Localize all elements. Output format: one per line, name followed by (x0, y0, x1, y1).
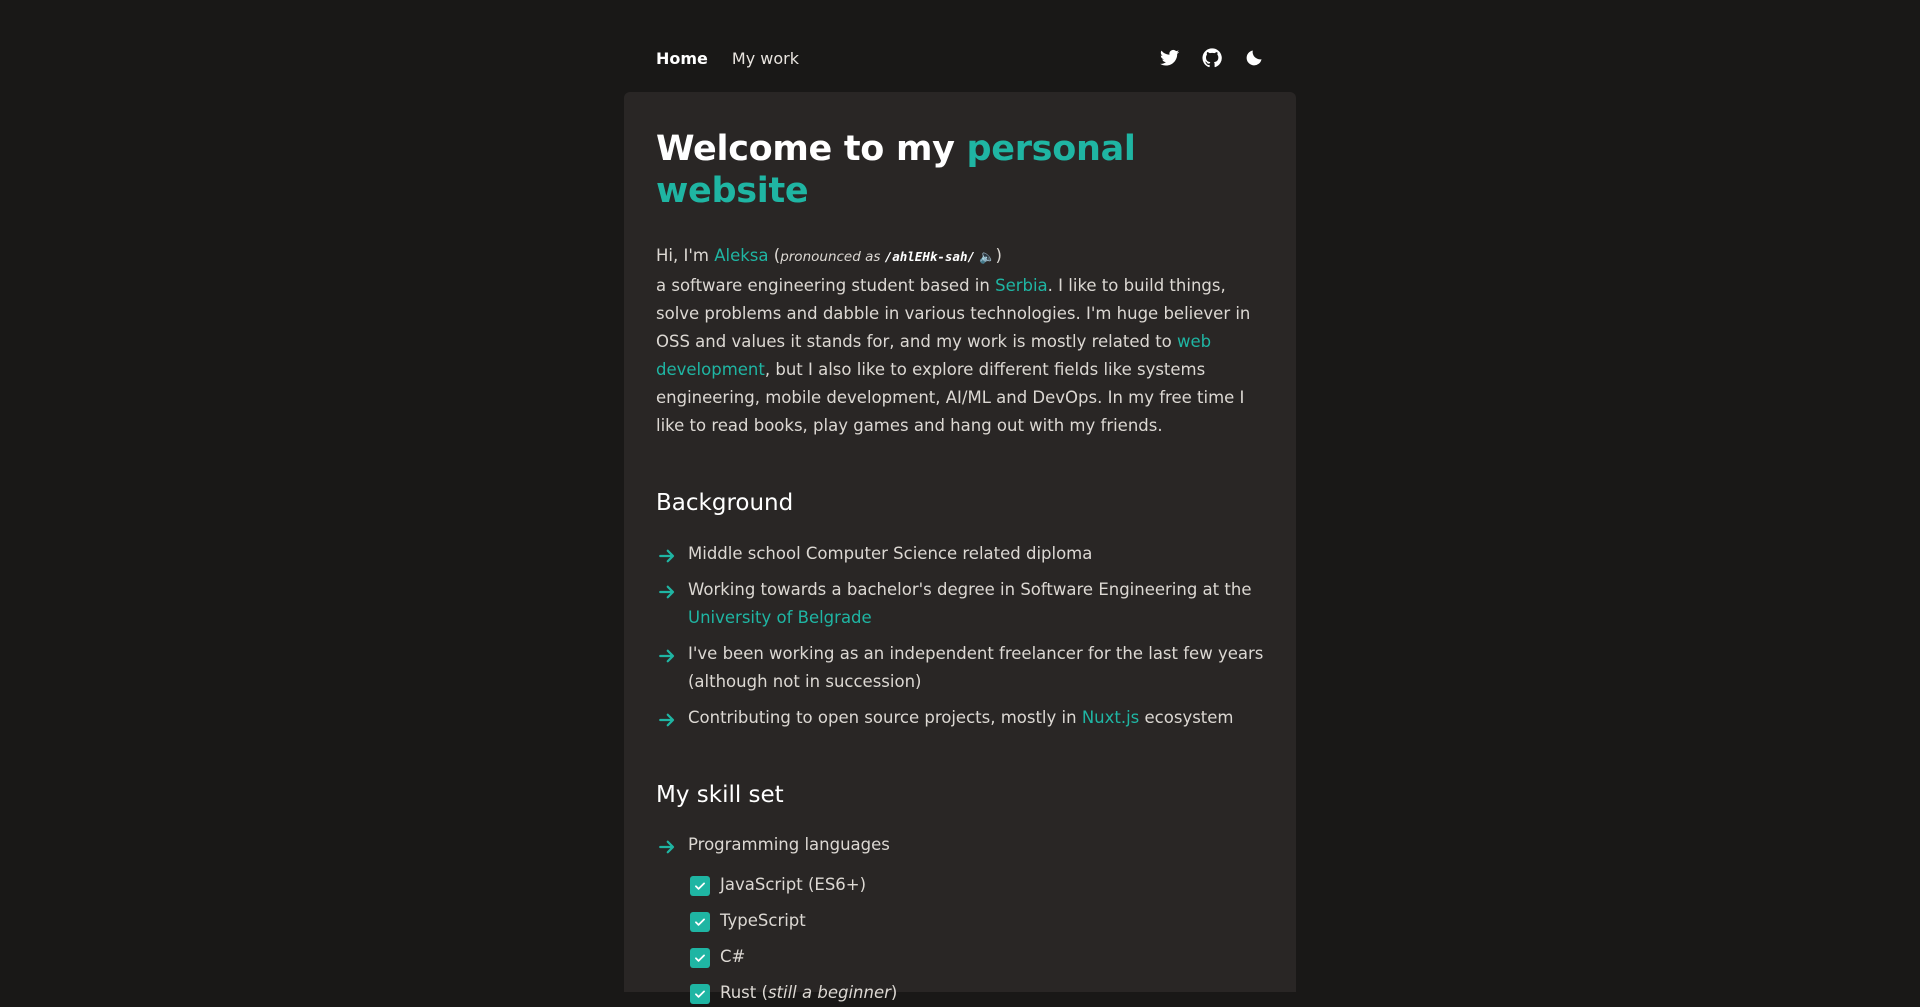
checkbox-icon (690, 948, 710, 969)
list-item: Contributing to open source projects, mo… (656, 704, 1264, 732)
phonetic-spelling: /ahlEHk-sah/ (884, 249, 975, 264)
list-item: Programming languages JavaScript (ES6+) … (656, 831, 1264, 1007)
language-note-close: ) (890, 983, 898, 1003)
list-item-text: Working towards a bachelor's degree in S… (688, 579, 1252, 599)
arrow-right-icon (658, 837, 676, 855)
nav-link-home[interactable]: Home (656, 49, 708, 68)
main-content-card: Welcome to my personal website Hi, I'm A… (624, 92, 1296, 1005)
skills-heading: My skill set (656, 781, 784, 808)
nav-links: Home My work (656, 49, 799, 68)
nav-icons (1160, 48, 1264, 68)
skills-list: Programming languages JavaScript (ES6+) … (656, 831, 1264, 1007)
name-link[interactable]: Aleksa (714, 246, 768, 265)
intro-greeting: Hi, I'm (656, 246, 715, 265)
list-item-text: Middle school Computer Science related d… (688, 543, 1093, 563)
language-name: TypeScript (720, 911, 806, 931)
intro-text-a: a software engineering student based in (656, 276, 996, 295)
list-item: I've been working as an independent free… (656, 640, 1264, 696)
top-navigation: Home My work (624, 38, 1296, 78)
list-item: C# (688, 943, 1264, 971)
arrow-right-icon (658, 582, 676, 600)
arrow-right-icon (658, 710, 676, 728)
intro-paragraph: Hi, I'm Aleksa (pronounced as /ahlEHk-sa… (656, 242, 1264, 440)
language-name: JavaScript (ES6+) (720, 875, 867, 895)
checkbox-icon (690, 984, 710, 1005)
list-item: TypeScript (688, 907, 1264, 935)
country-link[interactable]: Serbia (995, 276, 1048, 295)
twitter-icon[interactable] (1160, 48, 1180, 68)
university-link[interactable]: University of Belgrade (688, 608, 872, 627)
title-prefix: Welcome to my (656, 129, 967, 169)
github-icon[interactable] (1202, 48, 1222, 68)
list-item: Middle school Computer Science related d… (656, 540, 1264, 568)
arrow-right-icon (658, 546, 676, 564)
skill-group-label: Programming languages (688, 835, 890, 855)
language-name: C# (720, 947, 746, 967)
language-note: still a beginner (767, 983, 891, 1003)
page-title: Welcome to my personal website (656, 128, 1264, 212)
list-item: Working towards a bachelor's degree in S… (656, 576, 1264, 632)
list-item: JavaScript (ES6+) (688, 871, 1264, 899)
background-list: Middle school Computer Science related d… (656, 540, 1264, 732)
pronunciation: pronounced as /ahlEHk-sah/ 🔈 (780, 249, 995, 265)
checkbox-icon (690, 876, 710, 897)
list-item-text-after: ecosystem (1139, 707, 1234, 727)
checkbox-icon (690, 912, 710, 933)
nuxt-link[interactable]: Nuxt.js (1082, 708, 1139, 727)
arrow-right-icon (658, 646, 676, 664)
speaker-icon[interactable]: 🔈 (979, 244, 995, 272)
pronounced-label: pronounced as (780, 249, 885, 265)
list-item-text: Contributing to open source projects, mo… (688, 707, 1082, 727)
language-name: Rust ( (720, 983, 768, 1003)
language-list: JavaScript (ES6+) TypeScript C# Rust (st… (688, 871, 1264, 1007)
list-item-text: I've been working as an independent free… (688, 643, 1264, 691)
nav-link-my-work[interactable]: My work (732, 49, 799, 68)
list-item: Rust (still a beginner) (688, 979, 1264, 1007)
moon-icon[interactable] (1244, 48, 1264, 68)
intro-close-paren: ) (995, 246, 1002, 265)
background-heading: Background (656, 490, 794, 516)
intro-open-paren: ( (768, 246, 781, 265)
